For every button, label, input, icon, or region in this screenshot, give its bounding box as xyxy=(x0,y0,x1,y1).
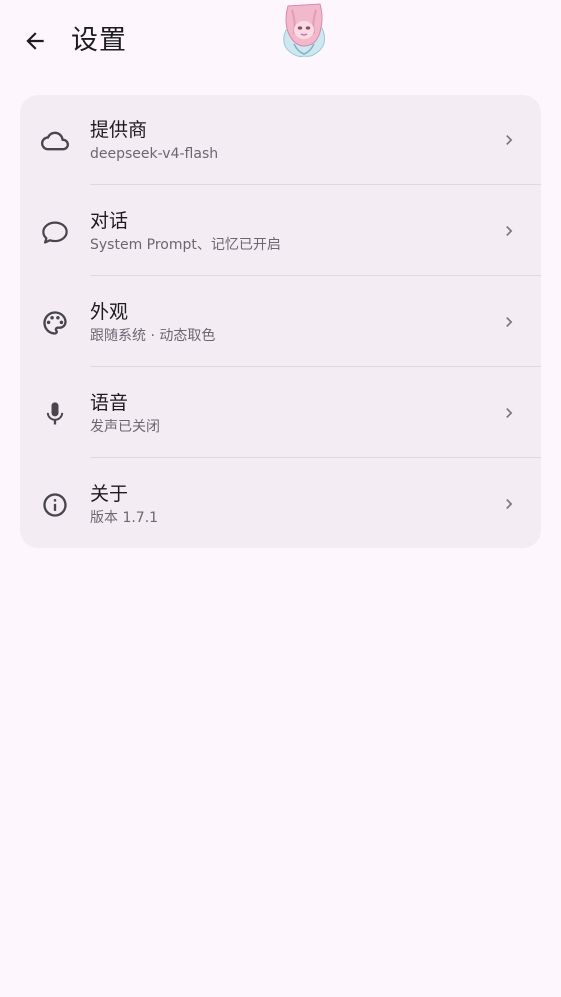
settings-item-appearance[interactable]: 外观 跟随系统 · 动态取色 xyxy=(20,277,541,367)
settings-item-title: 关于 xyxy=(90,483,129,505)
settings-item-subtitle: deepseek-v4-flash xyxy=(90,146,219,162)
settings-item-subtitle: 跟随系统 · 动态取色 xyxy=(90,328,216,344)
settings-item-title: 语音 xyxy=(90,392,129,414)
settings-item-subtitle: 发声已关闭 xyxy=(90,419,160,435)
divider xyxy=(90,457,541,458)
back-button[interactable] xyxy=(14,20,56,62)
top-app-bar: 设置 xyxy=(0,0,561,84)
settings-item-about[interactable]: 关于 版本 1.7.1 xyxy=(20,459,541,548)
divider xyxy=(90,184,541,185)
divider xyxy=(90,366,541,367)
info-icon xyxy=(40,490,70,520)
settings-item-title: 外观 xyxy=(90,301,129,323)
cloud-icon xyxy=(40,126,70,156)
chevron-right-icon xyxy=(499,129,519,151)
page-title: 设置 xyxy=(71,25,127,56)
chat-bubble-icon xyxy=(40,217,70,247)
settings-item-title: 提供商 xyxy=(90,119,148,141)
settings-item-subtitle: 版本 1.7.1 xyxy=(90,510,159,526)
mascot-sticker-icon xyxy=(283,3,326,57)
chevron-right-icon xyxy=(499,311,519,333)
chevron-right-icon xyxy=(499,402,519,424)
arrow-back-icon xyxy=(26,32,44,50)
settings-item-subtitle: System Prompt、记忆已开启 xyxy=(90,237,281,253)
chevron-right-icon xyxy=(499,493,519,515)
settings-item-voice[interactable]: 语音 发声已关闭 xyxy=(20,368,541,458)
microphone-icon xyxy=(40,399,70,429)
settings-item-conversation[interactable]: 对话 System Prompt、记忆已开启 xyxy=(20,186,541,276)
chevron-right-icon xyxy=(499,220,519,242)
settings-item-provider[interactable]: 提供商 deepseek-v4-flash xyxy=(20,95,541,185)
settings-list: 提供商 deepseek-v4-flash 对话 System Prompt、记… xyxy=(20,95,541,548)
settings-item-title: 对话 xyxy=(90,210,129,232)
palette-icon xyxy=(40,308,70,338)
divider xyxy=(90,275,541,276)
